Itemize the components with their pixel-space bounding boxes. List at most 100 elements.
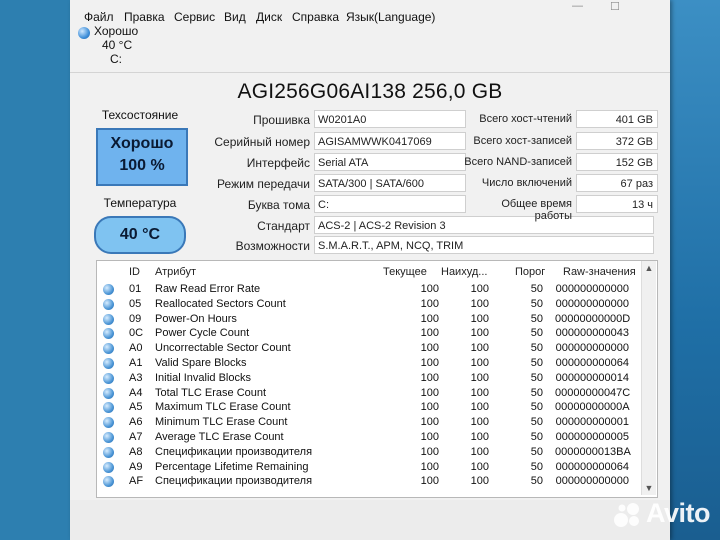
- field-value: C:: [314, 195, 466, 213]
- status-dot-icon: [103, 446, 114, 458]
- scrollbar[interactable]: ▲ ▼: [641, 261, 656, 495]
- disk-selector-c[interactable]: Хорошо 40 °C C:: [78, 24, 148, 70]
- status-dot-icon: [103, 358, 114, 369]
- field-label: Интерфейс: [246, 156, 310, 170]
- cell-thr: 50: [530, 445, 543, 458]
- cell-thr: 50: [530, 283, 543, 295]
- col-header-worst[interactable]: Наихуд...: [441, 266, 487, 278]
- field-host-writes: Всего хост-записей 372 GB: [462, 132, 662, 152]
- cell-cur: 100: [420, 460, 439, 473]
- col-header-current[interactable]: Текущее: [383, 266, 427, 278]
- cell-name: Power-On Hours: [155, 312, 237, 325]
- cell-cur: 100: [420, 401, 439, 414]
- menu-file[interactable]: Файл: [84, 10, 114, 24]
- menu-service[interactable]: Сервис: [174, 10, 215, 24]
- field-features: Возможности S.M.A.R.T., APM, NCQ, TRIM: [70, 236, 670, 256]
- field-value: S.M.A.R.T., APM, NCQ, TRIM: [314, 236, 654, 254]
- table-row[interactable]: AF Спецификации производителя 100 100 50 0000…: [97, 475, 637, 490]
- avito-watermark: Avito: [612, 496, 712, 532]
- field-value: 13 ч: [576, 195, 658, 213]
- menu-disk[interactable]: Диск: [256, 10, 282, 24]
- scroll-down-icon[interactable]: ▼: [642, 483, 656, 493]
- table-row[interactable]: 05 Reallocated Sectors Count 100 100 50 00000…: [97, 298, 637, 313]
- field-label: Стандарт: [257, 219, 310, 233]
- cell-worst: 100: [470, 416, 489, 429]
- cell-id: A9: [129, 460, 143, 473]
- menu-help[interactable]: Справка: [292, 10, 339, 24]
- cell-name: Reallocated Sectors Count: [155, 297, 286, 310]
- table-row[interactable]: A6 Minimum TLC Erase Count 100 100 50 0000000…: [97, 416, 637, 431]
- menu-view[interactable]: Вид: [224, 10, 246, 24]
- cell-worst: 100: [470, 327, 489, 340]
- cell-raw: 000000000064: [555, 460, 629, 473]
- table-row[interactable]: 01 Raw Read Error Rate 100 100 50 00000000000…: [97, 283, 637, 298]
- cell-worst: 100: [470, 283, 489, 295]
- cell-name: Power Cycle Count: [155, 327, 250, 340]
- cell-cur: 100: [420, 297, 439, 310]
- cell-raw: 000000000014: [555, 371, 629, 384]
- table-row[interactable]: A9 Percentage Lifetime Remaining 100 100 50 0…: [97, 461, 637, 476]
- table-row[interactable]: A7 Average TLC Erase Count 100 100 50 0000000…: [97, 431, 637, 446]
- field-power-on-count: Число включений 67 раз: [462, 174, 662, 194]
- cell-thr: 50: [530, 357, 543, 369]
- cell-thr: 50: [530, 386, 543, 399]
- cell-raw: 000000000001: [555, 416, 629, 429]
- field-host-reads: Всего хост-чтений 401 GB: [462, 110, 662, 130]
- cell-raw: 000000000064: [555, 357, 629, 369]
- cell-raw: 000000000000: [555, 283, 629, 295]
- mini-status: Хорошо: [94, 24, 139, 38]
- field-value: W0201A0: [314, 110, 466, 128]
- col-header-raw[interactable]: Raw-значения: [563, 266, 636, 278]
- cell-cur: 100: [420, 416, 439, 429]
- table-row[interactable]: A8 Спецификации производителя 100 100 50 0000…: [97, 446, 637, 461]
- cell-id: A0: [129, 342, 143, 355]
- table-row[interactable]: A5 Maximum TLC Erase Count 100 100 50 0000000…: [97, 401, 637, 416]
- field-label: Буква тома: [247, 198, 310, 212]
- cell-name: Valid Spare Blocks: [155, 357, 247, 369]
- crystaldiskinfo-window: — ☐ Файл Правка Сервис Вид Диск Справка …: [70, 0, 670, 540]
- cell-name: Спецификации производителя: [155, 475, 313, 488]
- cell-raw: 000000000000: [555, 342, 629, 355]
- field-nand-writes: Всего NAND-записей 152 GB: [462, 153, 662, 173]
- field-standard: Стандарт ACS-2 | ACS-2 Revision 3: [70, 216, 670, 236]
- col-header-threshold[interactable]: Порог: [515, 266, 545, 278]
- table-row[interactable]: 09 Power-On Hours 100 100 50 00000000000D: [97, 313, 637, 328]
- cell-id: A6: [129, 416, 143, 429]
- cell-id: 0C: [129, 327, 144, 340]
- cell-name: Uncorrectable Sector Count: [155, 342, 291, 355]
- cell-cur: 100: [420, 371, 439, 384]
- cell-id: A1: [129, 357, 143, 369]
- menu-language[interactable]: Язык(Language): [346, 10, 435, 24]
- field-label: Серийный номер: [214, 135, 310, 149]
- cell-worst: 100: [470, 297, 489, 310]
- scroll-up-icon[interactable]: ▲: [642, 263, 656, 273]
- cell-thr: 50: [530, 416, 543, 429]
- field-label: Режим передачи: [217, 177, 310, 191]
- cell-worst: 100: [470, 460, 489, 473]
- cell-name: Maximum TLC Erase Count: [155, 401, 291, 414]
- cell-worst: 100: [470, 445, 489, 458]
- cell-id: A8: [129, 445, 143, 458]
- cell-id: 09: [129, 312, 142, 325]
- cell-worst: 100: [470, 386, 489, 399]
- cell-cur: 100: [420, 475, 439, 488]
- table-row[interactable]: A3 Initial Invalid Blocks 100 100 50 00000000…: [97, 372, 637, 387]
- status-dot-icon: [103, 328, 114, 340]
- cell-raw: 0000000013BA: [555, 445, 631, 458]
- col-header-id[interactable]: ID: [129, 266, 140, 278]
- table-row[interactable]: A1 Valid Spare Blocks 100 100 50 000000000064: [97, 357, 637, 372]
- table-row[interactable]: A4 Total TLC Erase Count 100 100 50 000000000…: [97, 387, 637, 402]
- cell-worst: 100: [470, 401, 489, 414]
- cell-worst: 100: [470, 357, 489, 369]
- cell-id: A5: [129, 401, 143, 414]
- cell-id: A4: [129, 386, 143, 399]
- field-value: Serial ATA: [314, 153, 466, 171]
- col-header-attribute[interactable]: Атрибут: [155, 266, 196, 278]
- menu-edit[interactable]: Правка: [124, 10, 165, 24]
- cell-raw: 000000000043: [555, 327, 629, 340]
- cell-worst: 100: [470, 371, 489, 384]
- avito-wordmark: Avito: [646, 498, 711, 528]
- table-row[interactable]: A0 Uncorrectable Sector Count 100 100 50 0000…: [97, 342, 637, 357]
- cell-name: Total TLC Erase Count: [155, 386, 267, 399]
- table-row[interactable]: 0C Power Cycle Count 100 100 50 000000000043: [97, 327, 637, 342]
